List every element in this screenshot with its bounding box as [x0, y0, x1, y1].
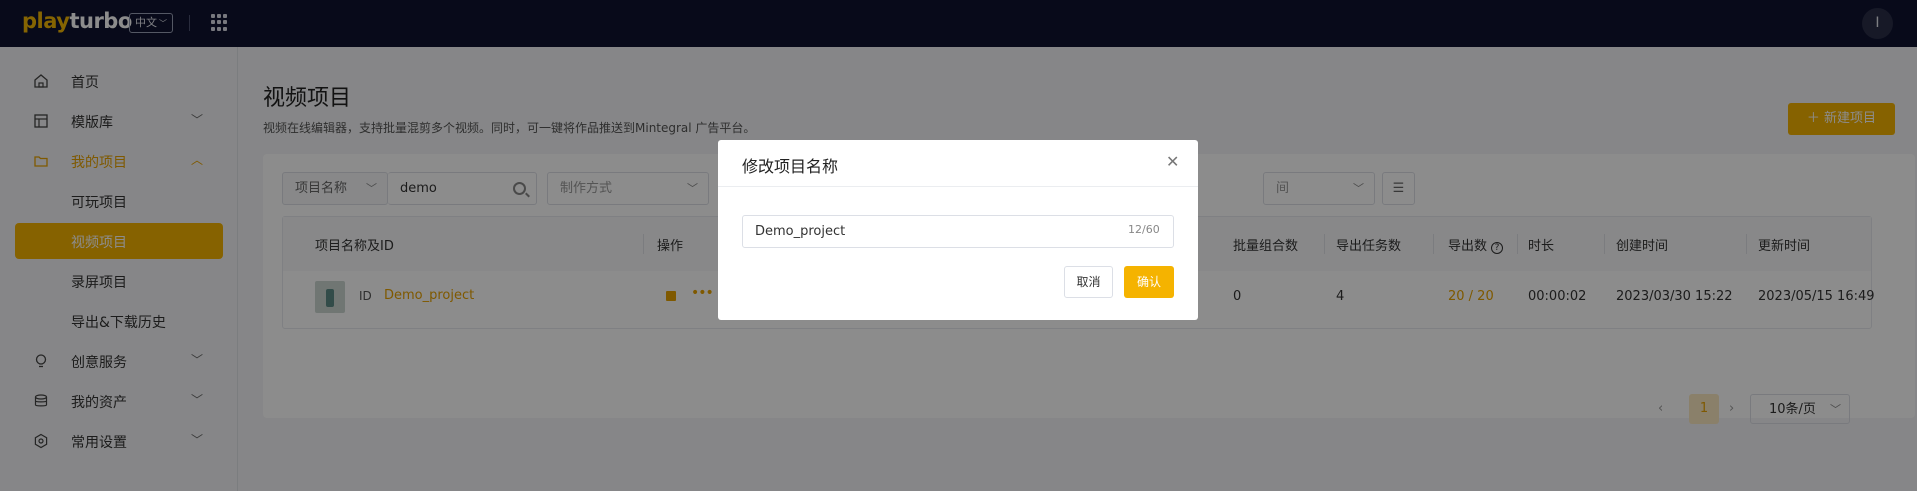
close-icon[interactable]: ✕ — [1166, 154, 1179, 170]
confirm-button[interactable]: 确认 — [1124, 266, 1174, 298]
char-counter: 12/60 — [1128, 223, 1160, 236]
cancel-button[interactable]: 取消 — [1064, 266, 1113, 298]
rename-project-dialog: 修改项目名称 ✕ 12/60 取消 确认 — [718, 140, 1198, 320]
divider — [718, 186, 1198, 187]
project-name-input[interactable] — [742, 215, 1174, 248]
dialog-title: 修改项目名称 — [742, 157, 839, 176]
